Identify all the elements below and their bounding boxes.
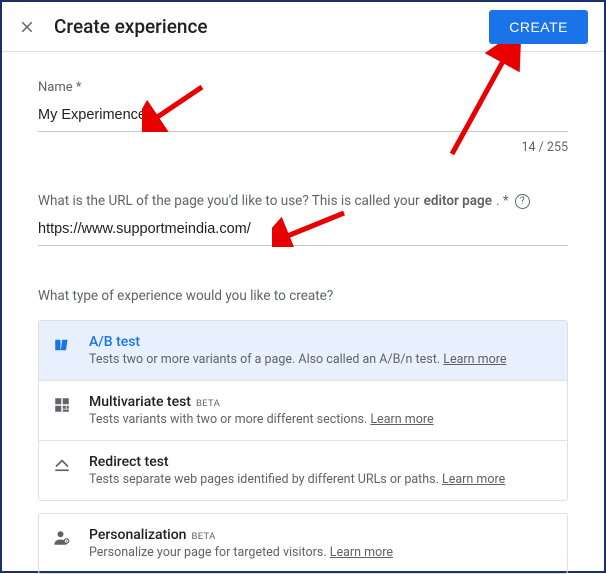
option-personalization[interactable]: Personalization BETA Personalize your pa… [38,513,568,574]
option-redirect[interactable]: Redirect test Tests separate web pages i… [39,441,567,500]
option-body: A/B test Tests two or more variants of a… [89,334,553,367]
option-title-text: A/B test [89,334,140,350]
name-field-group: Name * 14 / 255 [38,80,568,155]
personalization-icon [53,529,71,547]
option-title-text: Redirect test [89,454,169,470]
dialog-content: Name * 14 / 255 What is the URL of the p… [2,52,604,574]
url-label-text-post: . * [496,193,509,209]
option-body: Personalization BETA Personalize your pa… [89,527,553,560]
ab-test-icon [53,336,71,354]
url-input[interactable] [38,215,568,246]
option-desc-text: Tests two or more variants of a page. Al… [89,352,440,367]
close-icon[interactable] [18,18,36,36]
option-desc: Tests separate web pages identified by d… [89,472,553,487]
name-input[interactable] [38,101,568,132]
beta-badge: BETA [196,398,220,409]
create-button[interactable]: CREATE [489,10,588,44]
option-title-text: Personalization [89,527,186,543]
url-label-text-pre: What is the URL of the page you'd like t… [38,193,420,209]
learn-more-link[interactable]: Learn more [370,412,433,427]
learn-more-link[interactable]: Learn more [330,545,393,560]
name-label: Name * [38,80,568,95]
url-label-text-bold: editor page [424,193,492,209]
option-title: Redirect test [89,454,553,470]
multivariate-icon [53,396,71,414]
option-desc: Tests two or more variants of a page. Al… [89,352,553,367]
option-multivariate[interactable]: Multivariate test BETA Tests variants wi… [39,381,567,441]
option-desc: Tests variants with two or more differen… [89,412,553,427]
url-field-group: What is the URL of the page you'd like t… [38,193,568,246]
name-char-counter: 14 / 255 [38,140,568,155]
help-icon[interactable]: ? [515,194,530,209]
url-label: What is the URL of the page you'd like t… [38,193,568,209]
option-desc-text: Tests separate web pages identified by d… [89,472,439,487]
learn-more-link[interactable]: Learn more [442,472,505,487]
option-title: Multivariate test BETA [89,394,553,410]
dialog-title: Create experience [54,15,489,38]
option-desc-text: Personalize your page for targeted visit… [89,545,327,560]
option-desc-text: Tests variants with two or more differen… [89,412,367,427]
option-title: A/B test [89,334,553,350]
learn-more-link[interactable]: Learn more [443,352,506,367]
type-heading: What type of experience would you like t… [38,288,568,304]
option-body: Multivariate test BETA Tests variants wi… [89,394,553,427]
option-ab-test[interactable]: A/B test Tests two or more variants of a… [39,321,567,381]
option-title-text: Multivariate test [89,394,191,410]
type-option-list: A/B test Tests two or more variants of a… [38,320,568,501]
beta-badge: BETA [191,531,215,542]
dialog-header: Create experience CREATE [2,2,604,52]
option-desc: Personalize your page for targeted visit… [89,545,553,560]
redirect-icon [53,456,71,474]
experience-type-section: What type of experience would you like t… [38,288,568,574]
option-title: Personalization BETA [89,527,553,543]
option-body: Redirect test Tests separate web pages i… [89,454,553,487]
